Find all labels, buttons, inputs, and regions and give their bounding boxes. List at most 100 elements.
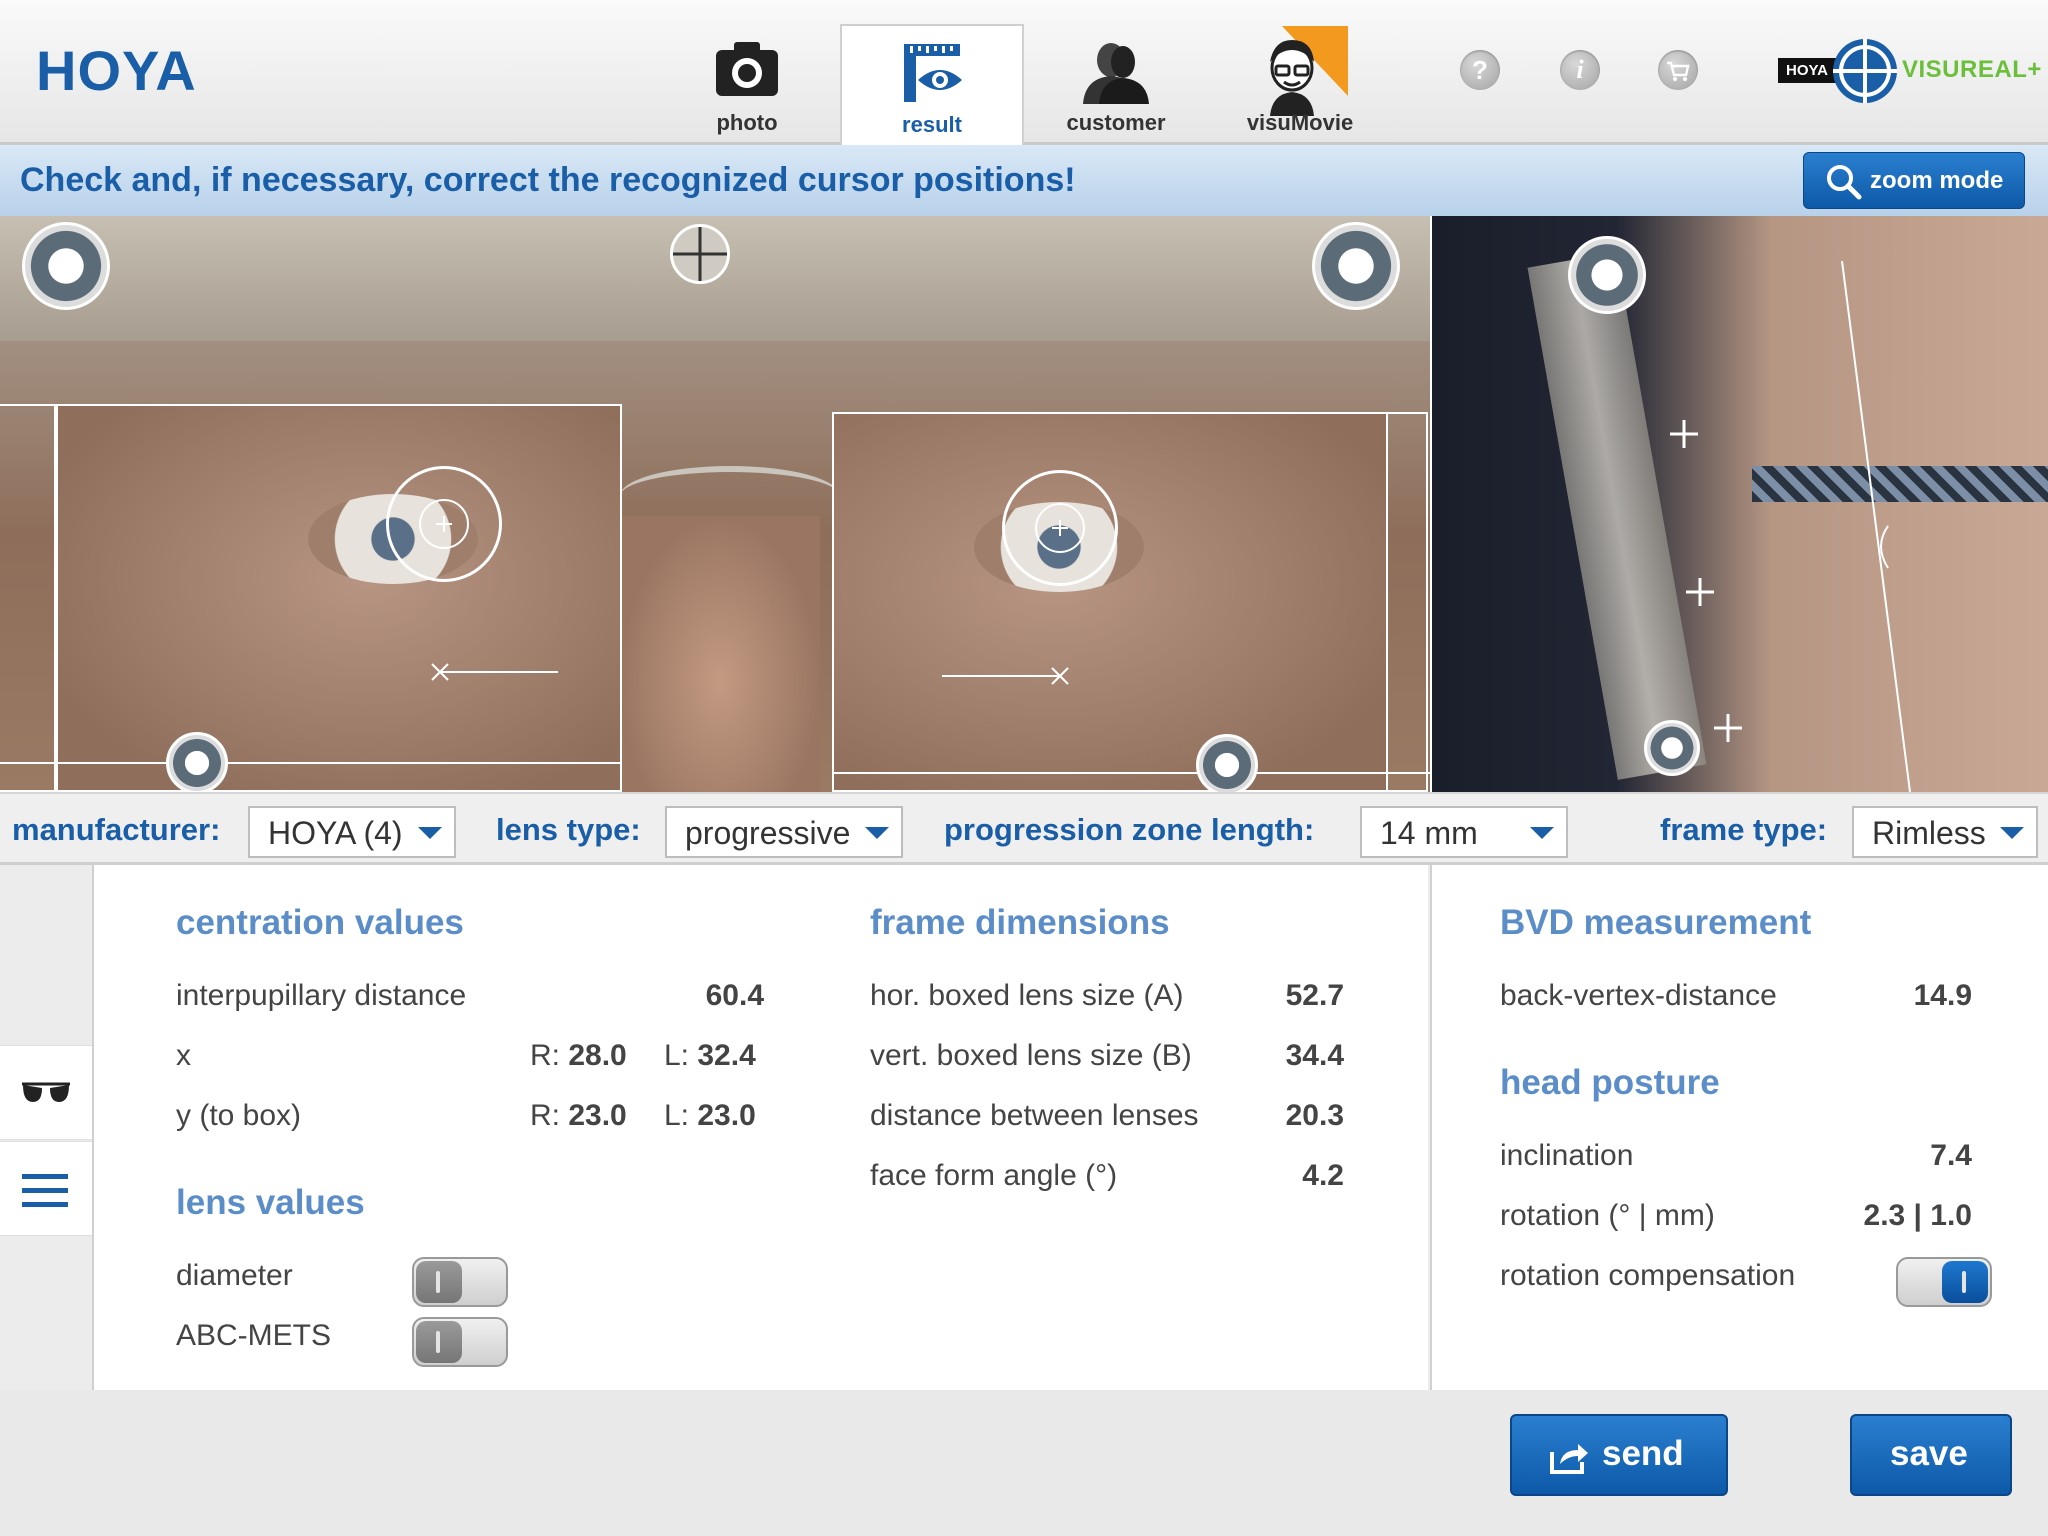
tab-customer[interactable]: customer xyxy=(1024,24,1208,145)
rotation-compensation-toggle[interactable] xyxy=(1896,1257,1992,1307)
left-lens-box[interactable] xyxy=(832,412,1388,792)
left-lid-marker[interactable] xyxy=(942,664,1072,688)
cart-icon[interactable] xyxy=(1658,50,1698,90)
diameter-toggle[interactable] xyxy=(412,1257,508,1307)
hoya-logo: HOYA xyxy=(36,39,197,102)
tab-result[interactable]: result xyxy=(840,24,1024,145)
right-lens-box-outer xyxy=(0,404,56,792)
frame-row-value: 4.2 xyxy=(1302,1159,1344,1192)
rotation-label: rotation (° | mm) xyxy=(1500,1199,1715,1232)
chevron-down-icon xyxy=(1530,827,1554,839)
side-photo-view[interactable] xyxy=(1432,216,2048,792)
info-icon[interactable]: i xyxy=(1560,50,1600,90)
share-icon xyxy=(1548,1440,1590,1485)
zoom-mode-label: zoom mode xyxy=(1870,167,2004,194)
zoom-mode-button[interactable]: zoom mode xyxy=(1803,152,2025,209)
chevron-down-icon xyxy=(865,827,889,839)
lens-type-value: progressive xyxy=(685,815,851,851)
side-clip-marker-top[interactable] xyxy=(1568,236,1646,314)
tab-visumovie[interactable]: visuMovie xyxy=(1208,24,1392,145)
frame-row-label: distance between lenses xyxy=(870,1099,1199,1132)
clip-marker-bottom-right[interactable] xyxy=(1196,734,1258,792)
frame-row-value: 34.4 xyxy=(1285,1039,1344,1072)
left-lens-box-outer xyxy=(1388,412,1428,792)
side-clip-marker-bottom[interactable] xyxy=(1644,720,1700,776)
x-left: L: 32.4 xyxy=(664,1039,756,1073)
ipd-value: 60.4 xyxy=(705,979,764,1012)
clip-marker-bottom-left[interactable] xyxy=(166,732,228,792)
results-panel: centration values interpupillary distanc… xyxy=(0,865,2048,1390)
y-left-value: 23.0 xyxy=(697,1099,756,1132)
lens-type-select[interactable]: progressive xyxy=(665,806,903,858)
lens-type-label: lens type: xyxy=(496,812,641,847)
tab-result-label: result xyxy=(902,112,962,137)
inclination-value: 7.4 xyxy=(1930,1139,1972,1172)
manufacturer-select[interactable]: HOYA (4) xyxy=(248,806,456,858)
diameter-label: diameter xyxy=(176,1259,293,1292)
rotation-compensation-label: rotation compensation xyxy=(1500,1259,1796,1292)
clip-marker-top-right[interactable] xyxy=(1312,222,1400,310)
tab-photo[interactable]: photo xyxy=(655,24,839,145)
side-tab-glasses[interactable] xyxy=(0,1045,92,1140)
visureal-logo: HOYA VISUREAL+ xyxy=(1778,36,2041,106)
right-pupil-cursor[interactable] xyxy=(386,466,502,582)
manufacturer-label: manufacturer: xyxy=(12,812,221,847)
lens-values-title: lens values xyxy=(176,1183,365,1222)
clip-marker-top-center[interactable] xyxy=(670,224,730,284)
send-button[interactable]: send xyxy=(1510,1414,1728,1496)
x-left-prefix: L: xyxy=(664,1039,690,1072)
bvd-card: BVD measurement back-vertex-distance 14.… xyxy=(1430,865,2048,1390)
frame-row-label: vert. boxed lens size (B) xyxy=(870,1039,1192,1072)
visureal-hoya-label: HOYA xyxy=(1778,58,1836,83)
bvd-reference-line[interactable] xyxy=(1432,216,2048,792)
ipd-label: interpupillary distance xyxy=(176,979,467,1012)
chevron-down-icon xyxy=(2000,827,2024,839)
y-left-prefix: L: xyxy=(664,1099,690,1132)
tab-photo-label: photo xyxy=(716,110,778,135)
frame-row-label: face form angle (°) xyxy=(870,1159,1118,1192)
bvd-value: 14.9 xyxy=(1913,979,1972,1012)
progression-value: 14 mm xyxy=(1380,815,1478,851)
right-box-bottom-line xyxy=(0,762,620,764)
y-right: R: 23.0 xyxy=(530,1099,627,1133)
save-button[interactable]: save xyxy=(1850,1414,2012,1496)
result-icon xyxy=(900,42,964,109)
instruction-bar: Check and, if necessary, correct the rec… xyxy=(0,145,2048,216)
right-lid-marker[interactable] xyxy=(430,660,560,684)
visumovie-icon xyxy=(1252,26,1348,121)
help-icon[interactable]: ? xyxy=(1460,50,1500,90)
chevron-down-icon xyxy=(418,827,442,839)
clip-marker-top-left[interactable] xyxy=(22,222,110,310)
progression-select[interactable]: 14 mm xyxy=(1360,806,1568,858)
head-posture-title: head posture xyxy=(1500,1063,1720,1102)
x-right-prefix: R: xyxy=(530,1039,560,1072)
y-label: y (to box) xyxy=(176,1099,302,1132)
manufacturer-value: HOYA (4) xyxy=(268,815,403,851)
left-box-bottom-line xyxy=(832,772,1430,774)
left-pupil-cursor[interactable] xyxy=(1002,470,1118,586)
centration-title: centration values xyxy=(176,903,464,942)
nose xyxy=(620,516,820,792)
visureal-crosshair-icon xyxy=(1830,36,1900,111)
lens-selection-bar: manufacturer: HOYA (4) lens type: progre… xyxy=(0,792,2048,865)
abc-mets-toggle[interactable] xyxy=(412,1317,508,1367)
y-left: L: 23.0 xyxy=(664,1099,756,1133)
menu-icon xyxy=(22,1172,68,1213)
side-tab-menu[interactable] xyxy=(0,1141,92,1236)
frame-row-value: 52.7 xyxy=(1285,979,1344,1012)
x-left-value: 32.4 xyxy=(697,1039,756,1072)
frame-type-select[interactable]: Rimless xyxy=(1852,806,2038,858)
front-photo-view[interactable] xyxy=(0,216,1430,792)
y-right-value: 23.0 xyxy=(568,1099,627,1132)
inclination-label: inclination xyxy=(1500,1139,1634,1172)
camera-icon xyxy=(714,40,780,103)
right-lens-box[interactable] xyxy=(56,404,622,792)
side-tab-strip xyxy=(0,865,92,1390)
bvd-title: BVD measurement xyxy=(1500,903,1812,942)
instruction-text: Check and, if necessary, correct the rec… xyxy=(20,161,1076,199)
tab-customer-label: customer xyxy=(1066,110,1166,135)
footer-bar: send save xyxy=(0,1390,2048,1536)
save-label: save xyxy=(1890,1434,1968,1473)
customer-icon xyxy=(1077,40,1155,109)
rotation-value: 2.3 | 1.0 xyxy=(1863,1199,1972,1232)
